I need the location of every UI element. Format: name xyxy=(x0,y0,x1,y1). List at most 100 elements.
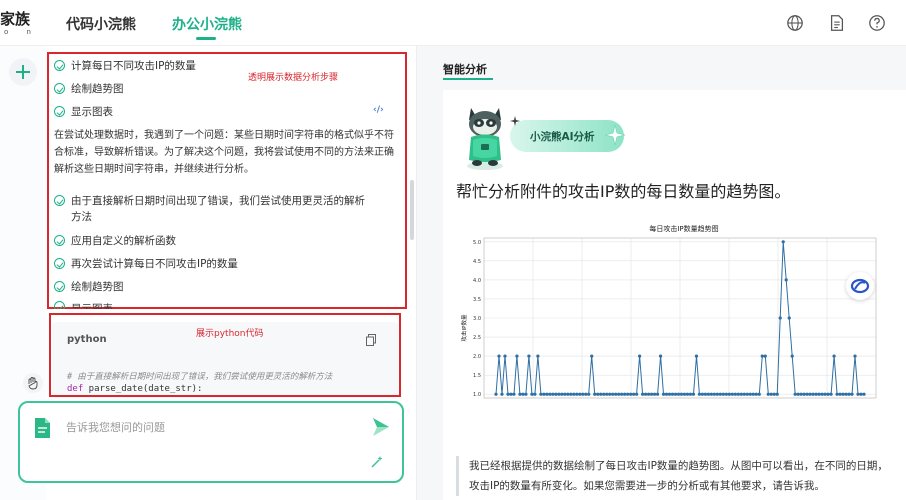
chart-point xyxy=(688,392,693,396)
swirl-icon xyxy=(850,278,870,294)
chart-point xyxy=(614,392,618,396)
step-item: 再次尝试计算每日不同攻击IP的数量 xyxy=(54,256,238,271)
chart-point xyxy=(751,392,755,396)
chart-point xyxy=(554,392,558,396)
floating-assistant-button[interactable] xyxy=(846,272,874,300)
chart-point xyxy=(578,392,582,396)
chart-point xyxy=(605,392,609,396)
chart-point xyxy=(581,392,585,396)
chart-point xyxy=(548,392,552,396)
chart-point xyxy=(539,392,543,396)
app-logo-sub: o n xyxy=(4,28,39,36)
chart-point xyxy=(670,392,675,396)
chart-point xyxy=(575,392,579,396)
chart-point xyxy=(859,392,863,396)
annotation-code-label: 展示python代码 xyxy=(196,329,264,339)
magic-wand-icon[interactable] xyxy=(370,455,384,469)
chart-point xyxy=(763,354,767,358)
chart-point xyxy=(721,392,725,396)
chart-point xyxy=(835,392,839,396)
chart-ylabel: 攻击IP数量 xyxy=(460,314,468,341)
check-circle-icon xyxy=(54,235,65,246)
chart-point xyxy=(661,392,666,396)
active-tab-indicator xyxy=(196,37,216,40)
step-label: 再次尝试计算每日不同攻击IP的数量 xyxy=(71,258,238,270)
chart-point xyxy=(844,392,848,396)
document-icon[interactable] xyxy=(828,14,846,32)
check-circle-icon xyxy=(54,60,65,71)
chart-yticks: 1.0 1.5 2.0 2.5 3.0 3.5 4.0 4.5 5.0 xyxy=(473,240,481,398)
chart-title: 每日攻击IP数量趋势图 xyxy=(649,224,718,233)
view-code-link[interactable]: ‹/› xyxy=(373,105,384,115)
chart-ytick-label: 4.5 xyxy=(473,259,481,265)
hand-icon[interactable] xyxy=(22,372,44,394)
chart-point xyxy=(626,392,630,396)
chart-point xyxy=(850,392,854,396)
annotation-steps-label: 透明展示数据分析步骤 xyxy=(248,73,339,83)
chart-point xyxy=(533,392,537,396)
chart-point xyxy=(629,392,633,396)
chart-point xyxy=(638,354,642,358)
globe-icon[interactable] xyxy=(786,14,804,32)
chart-point xyxy=(587,392,591,396)
chart-ytick-label: 4.0 xyxy=(473,278,481,284)
chart-point xyxy=(593,392,597,396)
chart-point xyxy=(649,392,654,396)
chart-point xyxy=(793,392,797,396)
assistant-paragraph: 在尝试处理数据时，我遇到了一个问题：某些日期时间字符串的格式似乎不符合标准，导致… xyxy=(54,130,394,175)
analysis-summary: 我已经根据提供的数据绘制了每日攻击IP数量的趋势图。从图中可以看出，在不同的日期… xyxy=(456,456,896,496)
attach-document-icon[interactable] xyxy=(34,417,51,439)
chart-ytick-label: 1.0 xyxy=(473,392,481,398)
chart-point xyxy=(685,392,690,396)
step-item: 由于直接解析日期时间出现了错误，我们尝试使用更灵活的解析方法 xyxy=(54,193,374,225)
chart-point xyxy=(715,392,719,396)
ai-analysis-badge-label: 小浣熊AI分析 xyxy=(530,131,595,143)
chart-point xyxy=(772,392,776,396)
chart-point xyxy=(805,392,809,396)
chart-point xyxy=(739,392,743,396)
chart-point xyxy=(781,240,785,244)
chart-point xyxy=(667,392,672,396)
step-item: 绘制趋势图 xyxy=(54,81,124,96)
tab-code-raccoon[interactable]: 代码小浣熊 xyxy=(66,14,136,34)
check-circle-icon xyxy=(54,106,65,117)
tab-office-raccoon[interactable]: 办公小浣熊 xyxy=(172,14,242,34)
chart-point xyxy=(608,392,612,396)
check-circle-icon xyxy=(54,195,65,206)
chart-point xyxy=(515,354,519,358)
chart-point xyxy=(512,392,516,396)
chart-ytick-label: 3.5 xyxy=(473,297,481,303)
chart-point xyxy=(841,392,845,396)
send-icon[interactable] xyxy=(372,417,390,437)
chart-point xyxy=(724,392,728,396)
check-circle-icon xyxy=(54,83,65,94)
chat-scrollbar[interactable] xyxy=(410,180,414,240)
chart-point xyxy=(820,392,824,396)
new-chat-button[interactable] xyxy=(9,58,37,86)
chart-point xyxy=(757,392,761,396)
chart-point xyxy=(811,392,815,396)
step-label: 由于直接解析日期时间出现了错误，我们尝试使用更灵活的解析方法 xyxy=(71,195,365,223)
chart-point xyxy=(823,392,827,396)
chart-point xyxy=(572,392,576,396)
chart-point xyxy=(646,392,651,396)
chart-point xyxy=(602,392,606,396)
chart-point xyxy=(623,392,627,396)
chart-point xyxy=(590,354,594,358)
chart-point xyxy=(697,392,702,396)
step-label: 绘制趋势图 xyxy=(71,281,124,293)
chart-point xyxy=(494,392,498,396)
chart-point xyxy=(742,392,746,396)
chart-ytick-label: 5.0 xyxy=(473,240,481,246)
chart-point xyxy=(509,392,513,396)
chart-point xyxy=(808,392,812,396)
small-sparkle-icon xyxy=(510,116,520,126)
chart-point xyxy=(853,354,857,358)
chart-point xyxy=(754,392,758,396)
chart-point xyxy=(655,392,660,396)
top-bar: 家族 o n 代码小浣熊 办公小浣熊 xyxy=(0,0,906,46)
chart-point xyxy=(799,392,803,396)
help-icon[interactable] xyxy=(868,14,886,32)
chat-input-box[interactable]: 告诉我您想问的问题 xyxy=(18,401,404,483)
chart-point xyxy=(700,392,705,396)
